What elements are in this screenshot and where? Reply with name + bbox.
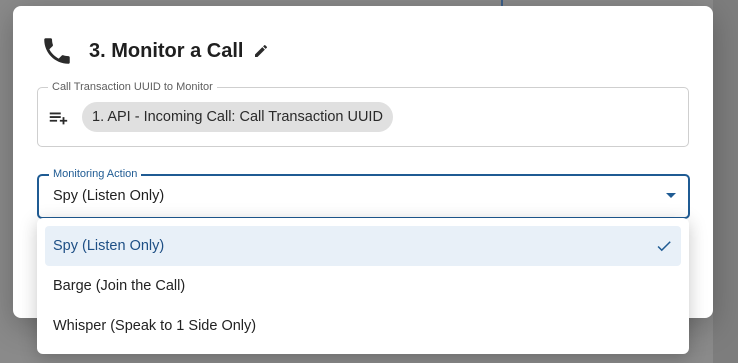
menu-option-whisper[interactable]: Whisper (Speak to 1 Side Only) (45, 306, 681, 346)
menu-option-barge[interactable]: Barge (Join the Call) (45, 266, 681, 306)
monitoring-action-menu: Spy (Listen Only) Barge (Join the Call) … (37, 218, 689, 354)
menu-option-label: Spy (Listen Only) (53, 238, 165, 254)
uuid-chip[interactable]: 1. API - Incoming Call: Call Transaction… (82, 102, 393, 132)
pencil-icon[interactable] (253, 43, 269, 59)
check-icon (657, 241, 671, 252)
dialog-title: 3. Monitor a Call (89, 39, 244, 62)
backdrop-overlay (713, 0, 738, 363)
menu-option-spy[interactable]: Spy (Listen Only) (45, 226, 681, 266)
uuid-field-label: Call Transaction UUID to Monitor (48, 80, 217, 94)
playlist-add-icon[interactable] (47, 107, 69, 129)
monitoring-action-value: Spy (Listen Only) (53, 188, 165, 204)
monitoring-action-select[interactable]: Monitoring Action Spy (Listen Only) (37, 167, 690, 219)
menu-option-label: Whisper (Speak to 1 Side Only) (53, 318, 257, 334)
dialog-header: 3. Monitor a Call (40, 33, 269, 69)
menu-option-label: Barge (Join the Call) (53, 278, 186, 294)
caret-down-icon[interactable] (666, 193, 676, 198)
uuid-field[interactable]: Call Transaction UUID to Monitor 1. API … (37, 80, 689, 147)
phone-icon (44, 38, 70, 64)
